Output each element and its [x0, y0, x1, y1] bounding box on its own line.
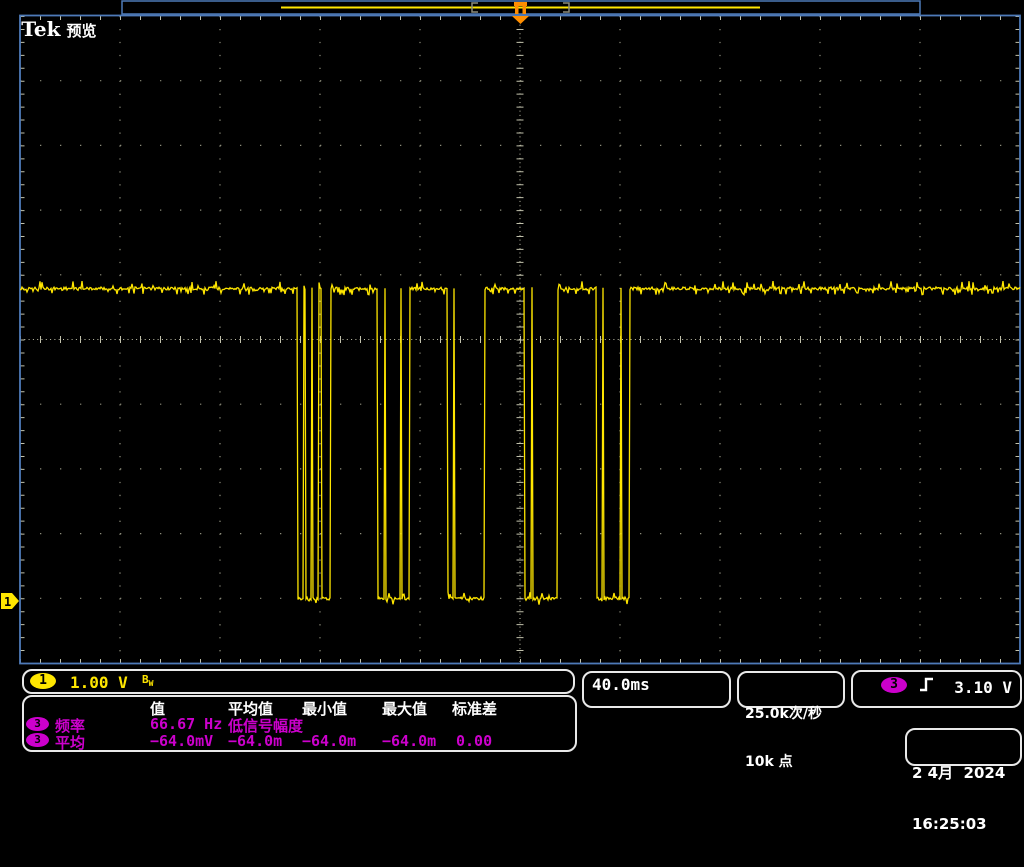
timebase-readout-box[interactable]: 40.0ms [582, 671, 731, 708]
tek-logo: Tek [21, 17, 60, 41]
ch1-readout-box[interactable]: 1 1.00 V BW [22, 669, 575, 694]
trigger-arrow-icon [512, 16, 529, 24]
meas-row1-value: 66.67 Hz [150, 715, 222, 733]
meas-row2-mean: −64.0m [228, 732, 282, 750]
ch1-trace [20, 281, 1020, 604]
meas-row2-max: −64.0m [382, 732, 436, 750]
ch1-ground-marker[interactable]: 1 [1, 593, 19, 609]
meas-row2-value: −64.0mV [150, 732, 213, 750]
datetime-box: 2 4月 2024 16:25:03 [905, 728, 1022, 766]
acquisition-readout-box[interactable]: 25.0k次/秒 10k 点 [737, 671, 845, 708]
meas-row1-source-badge[interactable]: 3 [26, 717, 49, 731]
trigger-level: 3.10 V [954, 678, 1012, 697]
bandwidth-limit-icon: BW [142, 673, 153, 688]
oscilloscope-screen: { "logo": { "brand": "Tek", "mode": "预览"… [0, 0, 1024, 768]
meas-row2-std: 0.00 [456, 732, 492, 750]
meas-row2-label: 平均 [55, 732, 85, 753]
trigger-readout-box[interactable]: 3 3.10 V [851, 670, 1022, 708]
meas-row2-min: −64.0m [302, 732, 356, 750]
mode-label: 预览 [66, 22, 96, 40]
timebase-scale: 40.0ms [592, 675, 650, 694]
measurements-panel[interactable]: 值 平均值 最小值 最大值 标准差 3 频率 66.67 Hz 低信号幅度 3 … [22, 695, 577, 752]
sample-rate: 25.0k次/秒 [745, 706, 822, 722]
waveform-display: 1 [0, 0, 1024, 668]
header: Tek 预览 [2, 0, 96, 41]
ch1-badge[interactable]: 1 [30, 673, 56, 689]
meas-row2-source-badge[interactable]: 3 [26, 733, 49, 747]
meas-col-max: 最大值 [382, 698, 427, 719]
meas-col-min: 最小值 [302, 698, 347, 719]
rising-edge-icon [919, 676, 935, 694]
graticule [20, 16, 1020, 663]
ch1-scale: 1.00 V [70, 673, 128, 692]
meas-col-std: 标准差 [452, 698, 497, 719]
ch1-ground-marker-label: 1 [4, 595, 11, 609]
trigger-source-badge[interactable]: 3 [881, 677, 907, 693]
time-label: 16:25:03 [912, 816, 1005, 833]
